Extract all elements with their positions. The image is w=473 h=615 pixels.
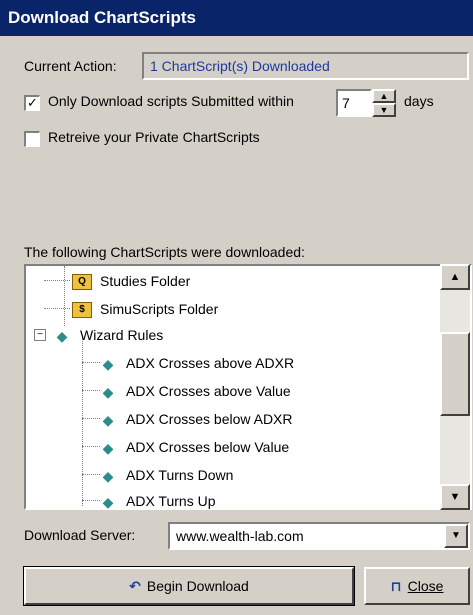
door-icon: ⊓ — [390, 578, 402, 594]
download-arrow-icon: ↶ — [129, 578, 141, 594]
rule-icon: ◆ — [102, 412, 114, 429]
rule-icon: ◆ — [102, 440, 114, 457]
tree-item-label: SimuScripts Folder — [100, 301, 219, 317]
tree-item-rule[interactable]: ◆ ADX Crosses below ADXR — [98, 406, 293, 432]
chevron-down-icon[interactable]: ▼ — [444, 524, 468, 548]
tree-item-label: ADX Crosses below ADXR — [126, 411, 293, 427]
current-action-value: 1 ChartScript(s) Downloaded — [142, 52, 469, 80]
tree-item-simuscripts-folder[interactable]: $ SimuScripts Folder — [72, 296, 218, 322]
only-download-checkbox[interactable]: ✓ — [24, 95, 40, 111]
tree-item-rule[interactable]: ◆ ADX Turns Down — [98, 462, 234, 488]
scroll-thumb[interactable] — [440, 332, 470, 416]
tree-item-label: Studies Folder — [100, 273, 191, 289]
tree-item-label: ADX Turns Up — [126, 493, 216, 509]
tree-item-wizard-rules[interactable]: ◆ Wizard Rules — [52, 322, 164, 348]
server-value: www.wealth-lab.com — [176, 528, 304, 544]
rule-icon: ◆ — [102, 356, 114, 373]
tree-scrollbar[interactable]: ▲ ▼ — [440, 264, 470, 510]
tree-item-label: ADX Turns Down — [126, 467, 234, 483]
tree-item-label: ADX Crosses above Value — [126, 383, 291, 399]
server-label: Download Server: — [24, 527, 136, 543]
studies-folder-icon: Q — [72, 274, 92, 291]
wizard-rules-icon: ◆ — [56, 328, 68, 345]
days-label: days — [404, 93, 434, 109]
tree-item-label: Wizard Rules — [80, 327, 164, 343]
tree-item-rule[interactable]: ◆ ADX Turns Up — [98, 488, 216, 514]
scroll-up-icon[interactable]: ▲ — [440, 264, 470, 290]
server-select[interactable]: www.wealth-lab.com ▼ — [168, 522, 470, 550]
tree-item-label: ADX Crosses below Value — [126, 439, 290, 455]
rule-icon: ◆ — [102, 384, 114, 401]
tree-item-label: ADX Crosses above ADXR — [126, 355, 295, 371]
close-label: Close — [407, 578, 444, 594]
tree-item-studies-folder[interactable]: Q Studies Folder — [72, 268, 190, 294]
only-download-label: Only Download scripts Submitted within — [48, 93, 294, 109]
private-scripts-checkbox[interactable] — [24, 131, 40, 147]
scroll-down-icon[interactable]: ▼ — [440, 484, 470, 510]
collapse-icon[interactable]: − — [34, 329, 46, 341]
rule-icon: ◆ — [102, 494, 114, 511]
simuscripts-folder-icon: $ — [72, 302, 92, 319]
tree-item-rule[interactable]: ◆ ADX Crosses below Value — [98, 434, 290, 460]
begin-download-button[interactable]: ↶ Begin Download — [23, 566, 355, 606]
days-spinner[interactable]: ▲ ▼ — [372, 89, 396, 117]
tree-caption: The following ChartScripts were download… — [24, 244, 305, 260]
begin-download-label: Begin Download — [146, 578, 249, 594]
days-input[interactable]: 7 — [336, 89, 372, 117]
private-scripts-label: Retreive your Private ChartScripts — [48, 129, 260, 145]
current-action-label: Current Action: — [24, 58, 117, 74]
close-button[interactable]: ⊓ Close — [364, 567, 470, 605]
tree-item-rule[interactable]: ◆ ADX Crosses above ADXR — [98, 350, 294, 376]
spin-down-icon[interactable]: ▼ — [372, 103, 396, 117]
chartscripts-tree[interactable]: Q Studies Folder $ SimuScripts Folder − ◆ W… — [24, 264, 472, 510]
window-title: Download ChartScripts — [0, 0, 473, 36]
spin-up-icon[interactable]: ▲ — [372, 89, 396, 103]
rule-icon: ◆ — [102, 468, 114, 485]
tree-item-rule[interactable]: ◆ ADX Crosses above Value — [98, 378, 291, 404]
